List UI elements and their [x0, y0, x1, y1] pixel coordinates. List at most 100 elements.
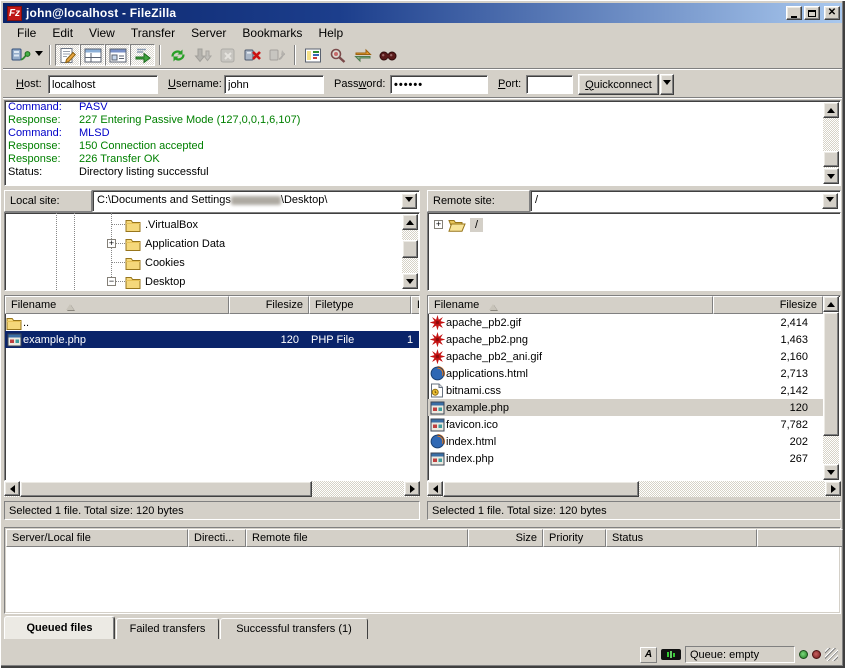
- column-header-priority[interactable]: Priority: [543, 529, 606, 547]
- expand-icon[interactable]: +: [434, 220, 443, 229]
- tree-item-application-data[interactable]: Application Data: [125, 234, 225, 253]
- local-tree[interactable]: .VirtualBox + Application DataCookies−Desk…: [4, 212, 420, 291]
- toggle-local-tree-button[interactable]: [80, 44, 105, 66]
- maximize-button[interactable]: [804, 6, 820, 20]
- column-header-spacer[interactable]: [757, 529, 843, 547]
- menu-view[interactable]: View: [81, 25, 123, 41]
- scroll-left-button[interactable]: [427, 481, 443, 496]
- username-input[interactable]: [224, 75, 324, 94]
- scroll-up-button[interactable]: [823, 296, 839, 312]
- menu-file[interactable]: File: [9, 25, 44, 41]
- message-log[interactable]: Command:PASVResponse:227 Entering Passiv…: [4, 100, 841, 186]
- toggle-transfer-queue-button[interactable]: [130, 44, 155, 66]
- file-row-apache_pb2-png[interactable]: apache_pb2.png1,463: [428, 331, 823, 348]
- file-row-example-php[interactable]: example.php120: [428, 399, 823, 416]
- site-manager-button[interactable]: [7, 44, 32, 66]
- remote-site-dropdown-button[interactable]: [822, 193, 838, 209]
- column-header-filetype[interactable]: Filetype: [309, 296, 411, 314]
- process-queue-button[interactable]: [190, 44, 215, 66]
- file-row-index-html[interactable]: index.html202: [428, 433, 823, 450]
- tree-item--virtualbox[interactable]: .VirtualBox: [125, 215, 198, 234]
- menu-edit[interactable]: Edit: [44, 25, 81, 41]
- disconnect-button[interactable]: [240, 44, 265, 66]
- scrollbar-thumb[interactable]: [402, 240, 418, 258]
- resize-grip[interactable]: [825, 648, 838, 661]
- remote-list-scrollbar[interactable]: [823, 296, 839, 480]
- toggle-remote-tree-button[interactable]: [105, 44, 130, 66]
- scrollbar-thumb[interactable]: [823, 312, 839, 436]
- scroll-right-button[interactable]: [404, 481, 420, 496]
- find-files-button[interactable]: [375, 44, 400, 66]
- toggle-message-log-button[interactable]: [55, 44, 80, 66]
- datatype-indicator-icon[interactable]: A: [640, 647, 657, 663]
- port-input[interactable]: [526, 75, 573, 94]
- column-header-filesize[interactable]: Filesize: [713, 296, 823, 314]
- close-button[interactable]: ✕: [824, 6, 840, 20]
- column-header-last-modified[interactable]: Last modified: [411, 296, 420, 314]
- menu-transfer[interactable]: Transfer: [123, 25, 183, 41]
- site-manager-dropdown-button[interactable]: [32, 44, 45, 66]
- column-header-server-local-file[interactable]: Server/Local file: [6, 529, 188, 547]
- column-header-filename[interactable]: Filename: [5, 296, 229, 314]
- menu-server[interactable]: Server: [183, 25, 234, 41]
- column-header-filename[interactable]: Filename: [428, 296, 713, 314]
- local-site-combo[interactable]: C:\Documents and Settings\Desktop\: [92, 190, 420, 212]
- host-input[interactable]: [48, 75, 158, 94]
- file-row-example-php[interactable]: example.php120PHP File1: [5, 331, 419, 348]
- column-header-size[interactable]: Size: [468, 529, 543, 547]
- minimize-button[interactable]: [786, 6, 802, 20]
- scrollbar-thumb[interactable]: [823, 151, 839, 167]
- file-row-applications-html[interactable]: applications.html2,713: [428, 365, 823, 382]
- tree-item-desktop[interactable]: Desktop: [125, 272, 185, 291]
- scroll-up-button[interactable]: [402, 214, 418, 230]
- speed-limit-icon[interactable]: [661, 649, 681, 660]
- file-row-index-php[interactable]: index.php267: [428, 450, 823, 467]
- scroll-right-button[interactable]: [825, 481, 841, 496]
- menu-bookmarks[interactable]: Bookmarks: [234, 25, 310, 41]
- scroll-up-button[interactable]: [823, 102, 839, 118]
- quickconnect-button[interactable]: Quickconnect: [578, 74, 659, 95]
- reconnect-button[interactable]: [265, 44, 290, 66]
- file-row-favicon-ico[interactable]: favicon.ico7,782: [428, 416, 823, 433]
- local-site-dropdown-button[interactable]: [401, 193, 417, 209]
- local-list-hscrollbar[interactable]: [4, 481, 420, 497]
- local-file-list[interactable]: FilenameFilesizeFiletypeLast modified ..…: [4, 295, 420, 481]
- tree-item-root[interactable]: /: [448, 215, 483, 234]
- column-header-directi-[interactable]: Directi...: [188, 529, 246, 547]
- tab-queued-files[interactable]: Queued files: [4, 616, 115, 639]
- scroll-down-button[interactable]: [823, 168, 839, 184]
- expand-icon[interactable]: +: [107, 239, 116, 248]
- tree-item-cookies[interactable]: Cookies: [125, 253, 185, 272]
- remote-list-hscrollbar[interactable]: [427, 481, 841, 497]
- menu-help[interactable]: Help: [310, 25, 351, 41]
- queue-body[interactable]: [6, 547, 839, 612]
- password-input[interactable]: [390, 75, 488, 94]
- column-header-filesize[interactable]: Filesize: [229, 296, 309, 314]
- file-row-apache_pb2-gif[interactable]: apache_pb2.gif2,414: [428, 314, 823, 331]
- column-header-status[interactable]: Status: [606, 529, 757, 547]
- directory-comparison-button[interactable]: [325, 44, 350, 66]
- file-row-bitnami-css[interactable]: bitnami.css2,142: [428, 382, 823, 399]
- quickconnect-dropdown-button[interactable]: [660, 74, 674, 95]
- remote-tree[interactable]: +/: [427, 212, 841, 291]
- scroll-left-button[interactable]: [4, 481, 20, 496]
- scrollbar-thumb[interactable]: [20, 481, 312, 497]
- file-row-apache_pb2_ani-gif[interactable]: apache_pb2_ani.gif2,160: [428, 348, 823, 365]
- message-log-scrollbar[interactable]: [823, 102, 839, 184]
- local-tree-scrollbar[interactable]: [402, 214, 418, 289]
- directory-filters-button[interactable]: [300, 44, 325, 66]
- tab-successful-transfers-1-[interactable]: Successful transfers (1): [220, 618, 368, 639]
- scroll-down-button[interactable]: [402, 273, 418, 289]
- cancel-operation-button[interactable]: [215, 44, 240, 66]
- remote-site-combo[interactable]: /: [530, 190, 841, 212]
- refresh-button[interactable]: [165, 44, 190, 66]
- title-bar[interactable]: Fz john@localhost - FileZilla ✕: [3, 3, 842, 23]
- synchronized-browsing-button[interactable]: [350, 44, 375, 66]
- column-header-remote-file[interactable]: Remote file: [246, 529, 468, 547]
- scrollbar-thumb[interactable]: [443, 481, 639, 497]
- tab-failed-transfers[interactable]: Failed transfers: [116, 618, 219, 639]
- scroll-down-button[interactable]: [823, 464, 839, 480]
- collapse-icon[interactable]: −: [107, 277, 116, 286]
- remote-file-list[interactable]: FilenameFilesize apache_pb2.gif2,414apac…: [427, 295, 841, 481]
- file-row--[interactable]: ..: [5, 314, 419, 331]
